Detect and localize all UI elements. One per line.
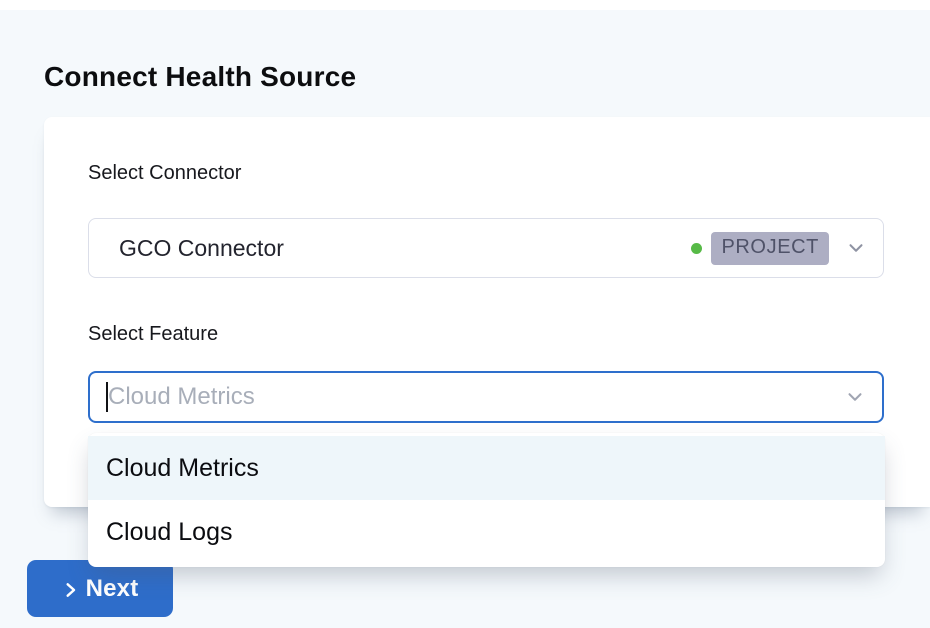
feature-field-label: Select Feature (88, 323, 218, 346)
dropdown-option-cloud-metrics[interactable]: Cloud Metrics (88, 436, 885, 500)
connector-selected-value: GCO Connector (89, 235, 691, 262)
connect-health-source-page: Connect Health Source Select Connector G… (0, 0, 930, 628)
connector-select[interactable]: GCO Connector PROJECT (88, 218, 884, 278)
connector-field-label: Select Connector (88, 162, 241, 185)
feature-input-placeholder: Cloud Metrics (108, 383, 844, 411)
chevron-down-icon[interactable] (844, 386, 866, 408)
feature-dropdown-menu: Cloud Metrics Cloud Logs (88, 433, 885, 567)
green-status-dot-icon (691, 243, 702, 254)
dropdown-option-cloud-logs[interactable]: Cloud Logs (88, 500, 885, 564)
scope-badge: PROJECT (711, 232, 829, 265)
next-button-label: Next (86, 575, 139, 603)
top-strip (0, 0, 930, 10)
chevron-down-icon[interactable] (845, 237, 867, 259)
feature-select-input[interactable]: Cloud Metrics (88, 371, 884, 423)
page-title: Connect Health Source (44, 61, 356, 93)
chevron-right-icon (62, 580, 79, 600)
next-button[interactable]: Next (27, 560, 173, 617)
